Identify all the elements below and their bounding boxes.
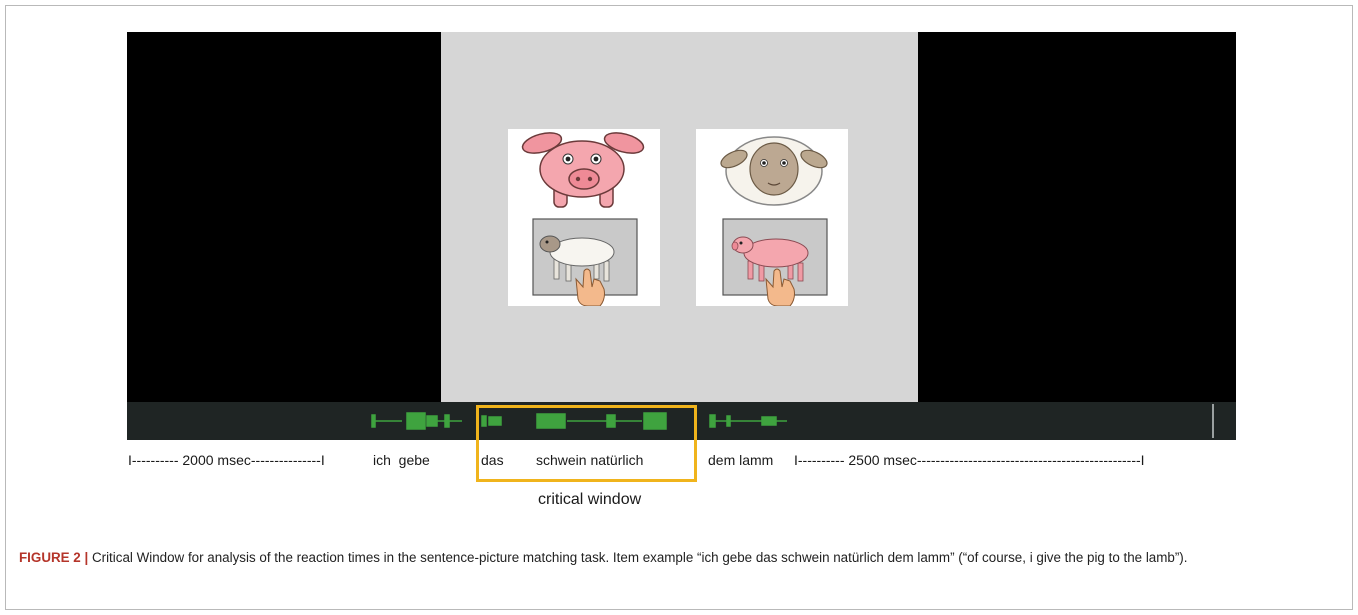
critical-window-label: critical window — [538, 491, 642, 508]
pig-icon — [521, 132, 645, 208]
sheep-icon — [720, 136, 828, 206]
timeline-start-2000ms: I---------- 2000 msec---------------I — [128, 452, 325, 468]
figure-label: FIGURE 2 | — [19, 550, 89, 565]
timeline-end-2500ms: I---------- 2500 msec-------------------… — [794, 452, 1145, 468]
timeline-word-das: das — [481, 452, 504, 468]
figure-caption: FIGURE 2 | Critical Window for analysis … — [19, 548, 1339, 567]
timeline-words-schwein-natuerlich: schwein natürlich — [536, 452, 644, 468]
choice-card-left — [508, 129, 660, 307]
waveform-end-marker — [1212, 404, 1214, 438]
timeline-words-dem-lamm: dem lamm — [708, 452, 774, 468]
choice-card-right — [696, 129, 848, 307]
timeline-words-ich-gebe: ich gebe — [373, 452, 430, 468]
stimulus-screen — [127, 32, 1236, 402]
stimulus-panel — [441, 32, 918, 402]
caption-text: Critical Window for analysis of the reac… — [88, 550, 1188, 565]
critical-window-box — [476, 405, 697, 482]
